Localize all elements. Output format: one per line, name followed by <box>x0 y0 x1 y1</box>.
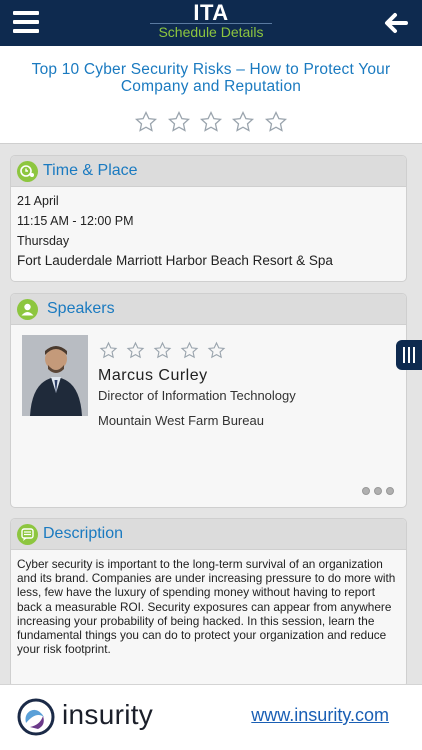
star-outline-icon[interactable] <box>179 341 200 360</box>
time-place-panel: Time & Place 21 April 11:15 AM - 12:00 P… <box>10 155 407 282</box>
description-text: Cyber security is important to the long-… <box>17 557 396 657</box>
brand-divider <box>150 23 272 24</box>
session-venue: Fort Lauderdale Marriott Harbor Beach Re… <box>17 253 333 268</box>
speakers-panel: Speakers Marcus Curley Director of Infor… <box>10 293 407 508</box>
speaker-pager[interactable] <box>358 482 394 500</box>
chat-bubble-icon <box>17 524 38 545</box>
description-panel: Description Cyber security is important … <box>10 518 407 688</box>
speaker-role: Director of Information Technology <box>98 388 296 403</box>
speaker-photo <box>22 335 88 416</box>
session-day: Thursday <box>17 234 70 248</box>
star-outline-icon[interactable] <box>152 341 173 360</box>
session-header: Top 10 Cyber Security Risks – How to Pro… <box>0 46 422 144</box>
time-place-heading: Time & Place <box>43 162 138 179</box>
speakers-heading: Speakers <box>47 300 115 317</box>
page-subtitle: Schedule Details <box>158 24 264 40</box>
app-title: ITA <box>193 0 229 25</box>
speaker-info: Marcus Curley Director of Information Te… <box>98 341 398 428</box>
pager-dot[interactable] <box>386 487 394 495</box>
session-title: Top 10 Cyber Security Risks – How to Pro… <box>31 61 391 95</box>
star-outline-icon[interactable] <box>198 110 224 134</box>
time-place-body: 21 April 11:15 AM - 12:00 PM Thursday Fo… <box>11 187 406 275</box>
star-outline-icon[interactable] <box>125 341 146 360</box>
star-outline-icon[interactable] <box>98 341 119 360</box>
description-header: Description <box>11 519 406 550</box>
star-outline-icon[interactable] <box>263 110 289 134</box>
star-outline-icon[interactable] <box>166 110 192 134</box>
clock-pin-icon <box>17 161 38 182</box>
time-place-header: Time & Place <box>11 156 406 187</box>
back-arrow-icon[interactable] <box>382 9 410 37</box>
speaker-organization: Mountain West Farm Bureau <box>98 413 264 428</box>
session-rating[interactable] <box>0 110 422 139</box>
website-link[interactable]: www.insurity.com <box>251 705 389 726</box>
person-icon <box>17 299 38 320</box>
app-brand: ITA Schedule Details <box>0 0 422 41</box>
pager-dot[interactable] <box>362 487 370 495</box>
top-nav-bar: ITA Schedule Details <box>0 0 422 46</box>
footer-brand-name: insurity <box>62 699 154 730</box>
star-outline-icon[interactable] <box>133 110 159 134</box>
speaker-rating[interactable] <box>98 341 398 365</box>
speaker-name: Marcus Curley <box>98 367 208 384</box>
footer-banner: insurity www.insurity.com <box>0 684 422 750</box>
description-heading: Description <box>43 525 124 542</box>
star-outline-icon[interactable] <box>206 341 227 360</box>
speakers-header: Speakers <box>11 294 406 325</box>
session-date: 21 April <box>17 194 59 208</box>
side-panel-toggle-icon[interactable] <box>396 340 422 370</box>
star-outline-icon[interactable] <box>230 110 256 134</box>
session-time: 11:15 AM - 12:00 PM <box>17 214 134 228</box>
insurity-logo-icon <box>17 698 55 736</box>
pager-dot[interactable] <box>374 487 382 495</box>
